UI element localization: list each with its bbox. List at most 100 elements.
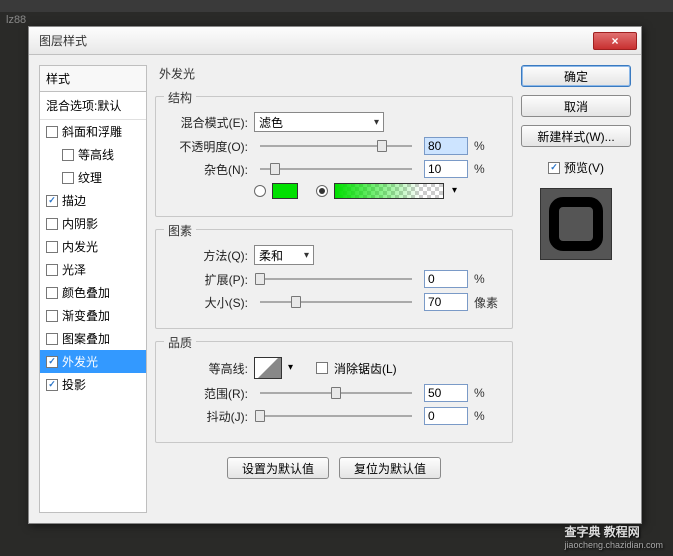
- style-item-4[interactable]: 内阴影: [40, 212, 146, 235]
- layer-style-dialog: 图层样式 × 样式 混合选项:默认 斜面和浮雕等高线纹理描边内阴影内发光光泽颜色…: [28, 26, 642, 524]
- jitter-unit: %: [474, 409, 502, 423]
- style-checkbox[interactable]: [46, 195, 58, 207]
- group-structure: 结构 混合模式(E): 滤色 不透明度(O): % 杂色(N): %: [155, 96, 513, 217]
- preview-checkbox[interactable]: [548, 162, 560, 174]
- style-checkbox[interactable]: [46, 287, 58, 299]
- noise-unit: %: [474, 162, 502, 176]
- style-checkbox[interactable]: [46, 218, 58, 230]
- noise-label: 杂色(N):: [166, 161, 248, 178]
- size-slider[interactable]: [260, 293, 412, 311]
- style-checkbox[interactable]: [46, 126, 58, 138]
- gradient-swatch[interactable]: [334, 183, 444, 199]
- range-input[interactable]: [424, 384, 468, 402]
- style-label: 等高线: [78, 146, 114, 163]
- panel-title: 外发光: [155, 65, 513, 82]
- blend-mode-label: 混合模式(E):: [166, 114, 248, 131]
- color-solid-radio[interactable]: [254, 185, 266, 197]
- range-unit: %: [474, 386, 502, 400]
- bg-tag: lz88: [6, 14, 26, 26]
- cancel-button[interactable]: 取消: [521, 95, 631, 117]
- contour-picker[interactable]: [254, 357, 282, 379]
- color-gradient-radio[interactable]: [316, 185, 328, 197]
- style-item-5[interactable]: 内发光: [40, 235, 146, 258]
- style-item-10[interactable]: 外发光: [40, 350, 146, 373]
- style-item-11[interactable]: 投影: [40, 373, 146, 396]
- group-quality-title: 品质: [164, 334, 196, 351]
- opacity-input[interactable]: [424, 137, 468, 155]
- spread-label: 扩展(P):: [166, 271, 248, 288]
- style-item-7[interactable]: 颜色叠加: [40, 281, 146, 304]
- style-item-9[interactable]: 图案叠加: [40, 327, 146, 350]
- contour-label: 等高线:: [166, 360, 248, 377]
- noise-input[interactable]: [424, 160, 468, 178]
- style-checkbox[interactable]: [46, 310, 58, 322]
- blend-mode-select[interactable]: 滤色: [254, 112, 384, 132]
- style-label: 斜面和浮雕: [62, 123, 122, 140]
- settings-column: 外发光 结构 混合模式(E): 滤色 不透明度(O): % 杂色(N):: [155, 65, 513, 513]
- noise-slider[interactable]: [260, 160, 412, 178]
- style-label: 外发光: [62, 353, 98, 370]
- blend-options-default[interactable]: 混合选项:默认: [40, 92, 146, 120]
- spread-slider[interactable]: [260, 270, 412, 288]
- new-style-button[interactable]: 新建样式(W)...: [521, 125, 631, 147]
- style-label: 渐变叠加: [62, 307, 110, 324]
- style-item-6[interactable]: 光泽: [40, 258, 146, 281]
- size-input[interactable]: [424, 293, 468, 311]
- group-elements-title: 图素: [164, 222, 196, 239]
- style-label: 图案叠加: [62, 330, 110, 347]
- size-unit: 像素: [474, 294, 502, 311]
- technique-label: 方法(Q):: [166, 247, 248, 264]
- set-default-button[interactable]: 设置为默认值: [227, 457, 329, 479]
- style-checkbox[interactable]: [46, 333, 58, 345]
- dialog-title: 图层样式: [39, 32, 593, 49]
- range-label: 范围(R):: [166, 385, 248, 402]
- group-quality: 品质 等高线: 消除锯齿(L) 范围(R): % 抖动(J):: [155, 341, 513, 443]
- style-label: 内发光: [62, 238, 98, 255]
- opacity-slider[interactable]: [260, 137, 412, 155]
- spread-unit: %: [474, 272, 502, 286]
- style-label: 投影: [62, 376, 86, 393]
- opacity-label: 不透明度(O):: [166, 138, 248, 155]
- style-item-2[interactable]: 纹理: [40, 166, 146, 189]
- preview-label: 预览(V): [564, 159, 604, 176]
- style-label: 描边: [62, 192, 86, 209]
- style-label: 内阴影: [62, 215, 98, 232]
- style-checkbox[interactable]: [62, 149, 74, 161]
- style-checkbox[interactable]: [46, 241, 58, 253]
- titlebar: 图层样式 ×: [29, 27, 641, 55]
- styles-column: 样式 混合选项:默认 斜面和浮雕等高线纹理描边内阴影内发光光泽颜色叠加渐变叠加图…: [39, 65, 147, 513]
- color-swatch[interactable]: [272, 183, 298, 199]
- style-checkbox[interactable]: [46, 379, 58, 391]
- technique-select[interactable]: 柔和: [254, 245, 314, 265]
- antialias-label: 消除锯齿(L): [334, 360, 397, 377]
- styles-header: 样式: [39, 65, 147, 91]
- group-structure-title: 结构: [164, 89, 196, 106]
- size-label: 大小(S):: [166, 294, 248, 311]
- close-button[interactable]: ×: [593, 32, 637, 50]
- jitter-input[interactable]: [424, 407, 468, 425]
- watermark: 查字典 教程网 jiaocheng.chazidian.com: [564, 523, 663, 550]
- styles-list: 混合选项:默认 斜面和浮雕等高线纹理描边内阴影内发光光泽颜色叠加渐变叠加图案叠加…: [39, 91, 147, 513]
- style-label: 颜色叠加: [62, 284, 110, 301]
- jitter-slider[interactable]: [260, 407, 412, 425]
- action-column: 确定 取消 新建样式(W)... 预览(V): [521, 65, 631, 513]
- style-label: 纹理: [78, 169, 102, 186]
- style-checkbox[interactable]: [46, 356, 58, 368]
- ok-button[interactable]: 确定: [521, 65, 631, 87]
- style-checkbox[interactable]: [46, 264, 58, 276]
- style-label: 光泽: [62, 261, 86, 278]
- range-slider[interactable]: [260, 384, 412, 402]
- style-item-0[interactable]: 斜面和浮雕: [40, 120, 146, 143]
- preview-shape-icon: [549, 197, 603, 251]
- style-checkbox[interactable]: [62, 172, 74, 184]
- style-item-8[interactable]: 渐变叠加: [40, 304, 146, 327]
- antialias-checkbox[interactable]: [316, 362, 328, 374]
- reset-default-button[interactable]: 复位为默认值: [339, 457, 441, 479]
- group-elements: 图素 方法(Q): 柔和 扩展(P): % 大小(S): 像素: [155, 229, 513, 329]
- preview-thumbnail: [540, 188, 612, 260]
- jitter-label: 抖动(J):: [166, 408, 248, 425]
- opacity-unit: %: [474, 139, 502, 153]
- style-item-3[interactable]: 描边: [40, 189, 146, 212]
- spread-input[interactable]: [424, 270, 468, 288]
- style-item-1[interactable]: 等高线: [40, 143, 146, 166]
